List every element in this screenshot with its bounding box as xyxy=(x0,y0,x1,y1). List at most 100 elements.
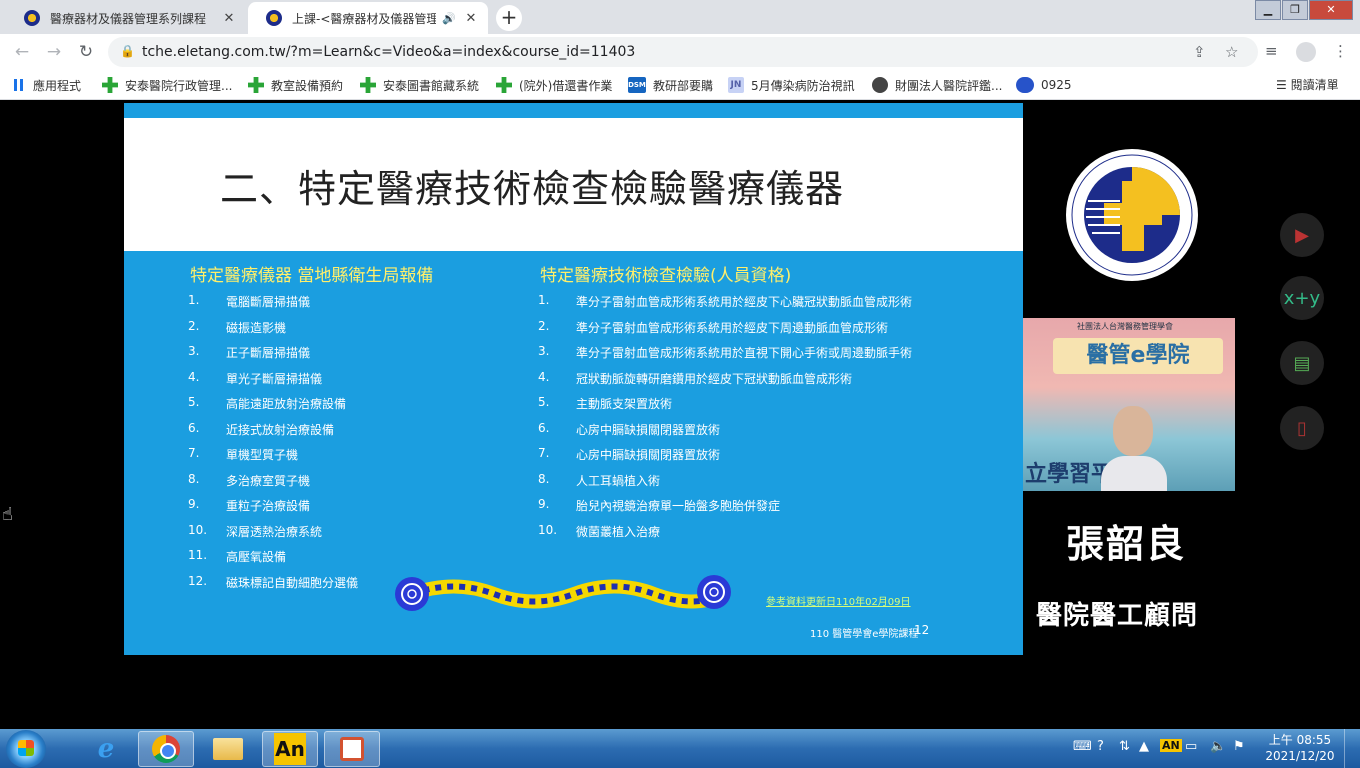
green-cross-icon xyxy=(102,77,118,93)
list-item-number: 4. xyxy=(188,369,200,384)
youtube-icon[interactable]: ▶ xyxy=(1280,213,1324,257)
reading-list-button[interactable]: ☰ 閱讀清單 xyxy=(1276,76,1339,93)
bookmark-borrow[interactable]: (院外)借還書作業 xyxy=(496,76,612,94)
browser-toolbar: ← → ↻ 🔒 tche.eletang.com.tw/?m=Learn&c=V… xyxy=(0,34,1360,70)
close-icon[interactable]: ✕ xyxy=(220,11,238,26)
profile-avatar-icon[interactable] xyxy=(1296,42,1316,62)
globe-icon xyxy=(872,77,888,93)
forward-arrow-icon[interactable]: → xyxy=(42,40,66,64)
list-item-number: 3. xyxy=(538,344,550,358)
slide-footer: 110 醫管學會e學院課程 xyxy=(810,629,919,640)
list-item-number: 5. xyxy=(188,395,200,409)
bookmark-accreditation[interactable]: 財團法人醫院評鑑... xyxy=(872,76,1002,94)
list-item-text: 微菌叢植入治療 xyxy=(576,524,661,539)
webex-icon xyxy=(1016,77,1034,93)
list-item-number: 9. xyxy=(538,497,550,511)
internet-explorer-icon[interactable]: e xyxy=(78,731,134,767)
share-icon[interactable]: ⇪ xyxy=(1193,43,1206,61)
bookmark-research[interactable]: DSM 教研部要購 xyxy=(628,76,713,94)
list-item-text: 單光子斷層掃描儀 xyxy=(226,371,323,386)
chrome-taskbar-button[interactable] xyxy=(138,731,194,767)
list-item-number: 1. xyxy=(538,293,550,307)
tab-title: 醫療器材及儀器管理系列課程 xyxy=(50,11,207,26)
bookmark-label: 5月傳染病防治視訊 xyxy=(751,78,855,93)
list-item-text: 主動脈支架置放術 xyxy=(576,397,673,411)
tab-course-series[interactable]: 醫療器材及儀器管理系列課程 ✕ xyxy=(6,2,246,34)
browser-tab-bar: 醫療器材及儀器管理系列課程 ✕ 上課-<醫療器材及儀器管理 🔊 ✕ + ▁ ❐ … xyxy=(0,0,1360,34)
action-center-icon[interactable]: ⚑ xyxy=(1233,739,1245,754)
bookmark-star-icon[interactable]: ☆ xyxy=(1225,43,1238,61)
maximize-button[interactable]: ❐ xyxy=(1282,0,1308,20)
close-icon[interactable]: ✕ xyxy=(462,11,480,26)
show-hidden-icons-icon[interactable]: ▲ xyxy=(1139,739,1149,754)
list-item-number: 5. xyxy=(538,395,550,409)
bookmark-library[interactable]: 安泰圖書館藏系統 xyxy=(360,76,479,94)
list-item-number: 3. xyxy=(188,344,200,358)
bookmark-label: 安泰醫院行政管理... xyxy=(125,78,233,93)
bookmark-webex[interactable]: 0925 xyxy=(1016,76,1072,94)
speaker-video xyxy=(1101,398,1167,491)
an-app-icon: An xyxy=(274,733,306,765)
show-desktop-button[interactable] xyxy=(1344,729,1360,768)
powerpoint-button[interactable] xyxy=(324,731,380,767)
decorative-ribbon xyxy=(395,575,731,611)
new-tab-button[interactable]: + xyxy=(496,5,522,31)
bookmark-epidemic[interactable]: JN 5月傳染病防治視訊 xyxy=(728,76,855,94)
start-button[interactable] xyxy=(6,730,46,768)
list-item-text: 磁珠標記自動細胞分選儀 xyxy=(226,575,359,590)
list-item-number: 4. xyxy=(538,369,550,384)
webcam-top-text: 社團法人台灣醫務管理學會 xyxy=(1077,322,1173,331)
bookmark-apps[interactable]: 應用程式 xyxy=(14,76,81,94)
screen: 醫療器材及儀器管理系列課程 ✕ 上課-<醫療器材及儀器管理 🔊 ✕ + ▁ ❐ … xyxy=(0,0,1360,768)
bookmark-label: (院外)借還書作業 xyxy=(519,78,613,93)
left-heading: 特定醫療儀器 當地縣衛生局報備 xyxy=(190,266,434,286)
list-item-text: 高壓氧設備 xyxy=(226,550,287,564)
folder-icon xyxy=(213,738,243,760)
list-item-number: 10. xyxy=(538,522,558,537)
list-item-number: 12. xyxy=(188,573,208,588)
speaker-icon[interactable]: 🔊 xyxy=(442,12,456,25)
windows-logo-icon xyxy=(18,740,34,756)
bookmark-label: 安泰圖書館藏系統 xyxy=(383,78,480,93)
back-arrow-icon[interactable]: ← xyxy=(10,40,34,64)
lock-icon[interactable]: 🔒 xyxy=(120,44,135,58)
address-bar[interactable]: 🔒 tche.eletang.com.tw/?m=Learn&c=Video&a… xyxy=(108,37,1258,67)
mouse-cursor-icon: ☝ xyxy=(2,504,13,525)
list-item-text: 深層透熱治療系統 xyxy=(226,524,323,539)
chart-icon[interactable]: ▤ xyxy=(1280,341,1324,385)
an-tray-icon[interactable]: AN xyxy=(1160,739,1182,752)
jn-icon: JN xyxy=(728,77,744,93)
bookmark-classroom[interactable]: 教室設備預約 xyxy=(248,76,343,94)
tab-video-lesson[interactable]: 上課-<醫療器材及儀器管理 🔊 ✕ xyxy=(248,2,488,34)
bookmark-label: 0925 xyxy=(1041,78,1072,92)
association-logo xyxy=(1066,149,1198,281)
tray-arrow-icon[interactable]: ⇅ xyxy=(1119,739,1130,754)
list-item-number: 10. xyxy=(188,522,208,537)
video-player[interactable]: 二、特定醫療技術檢查檢驗醫療儀器 特定醫療儀器 當地縣衛生局報備 1. 電腦斷層掃… xyxy=(0,101,1360,729)
media-queue-icon[interactable]: ≡ xyxy=(1265,42,1278,60)
green-cross-icon xyxy=(248,77,264,93)
bookmark-label: 教室設備預約 xyxy=(271,78,344,93)
an-app-button[interactable]: An xyxy=(262,731,318,767)
keyboard-icon[interactable]: ⌨ xyxy=(1073,739,1092,754)
minimize-button[interactable]: ▁ xyxy=(1255,0,1281,20)
document-icon[interactable]: ▯ xyxy=(1280,406,1324,450)
slide-title: 二、特定醫療技術檢查檢驗醫療儀器 xyxy=(220,167,845,211)
list-item-text: 高能遠距放射治療設備 xyxy=(226,397,347,411)
volume-icon[interactable]: 🔈 xyxy=(1210,739,1226,754)
math-formula-icon[interactable]: x+y xyxy=(1280,276,1324,320)
system-clock[interactable]: 上午 08:55 2021/12/20 xyxy=(1262,732,1338,764)
file-explorer-button[interactable] xyxy=(200,731,256,767)
kebab-menu-icon[interactable]: ⋮ xyxy=(1333,42,1348,60)
dsm-icon: DSM xyxy=(628,77,646,93)
window-close-button[interactable]: ✕ xyxy=(1309,0,1353,20)
network-icon[interactable]: ▭ xyxy=(1185,739,1197,754)
speaker-title: 醫院醫工顧問 xyxy=(1036,601,1199,631)
reload-icon[interactable]: ↻ xyxy=(74,40,98,64)
url-text[interactable]: tche.eletang.com.tw/?m=Learn&c=Video&a=i… xyxy=(142,44,635,60)
lecture-slide: 二、特定醫療技術檢查檢驗醫療儀器 特定醫療儀器 當地縣衛生局報備 1. 電腦斷層掃… xyxy=(124,103,1023,655)
chrome-icon xyxy=(152,735,180,763)
help-icon[interactable]: ? xyxy=(1097,739,1104,754)
bookmark-admin[interactable]: 安泰醫院行政管理... xyxy=(102,76,232,94)
list-item-text: 冠狀動脈旋轉研磨鑽用於經皮下冠狀動脈血管成形術 xyxy=(576,371,853,386)
